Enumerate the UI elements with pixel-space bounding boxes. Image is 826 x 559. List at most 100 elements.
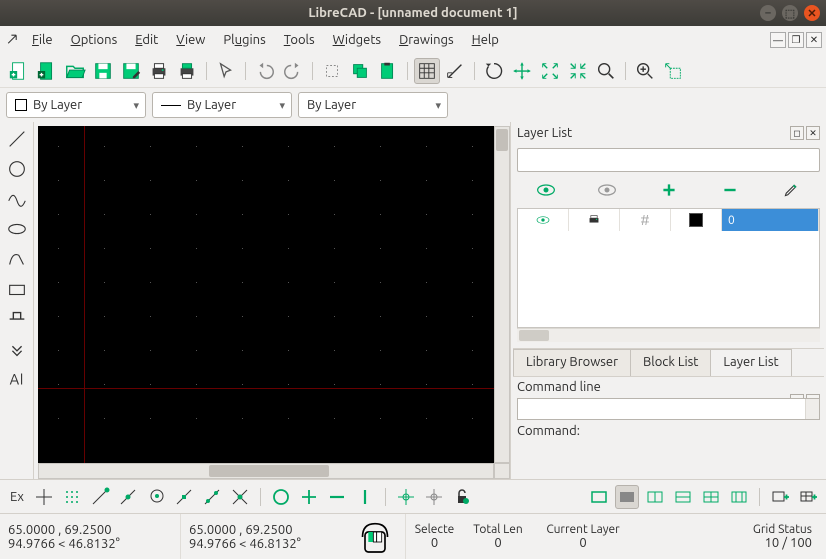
lock-relative-zero-button[interactable] [422, 485, 446, 509]
layer-hscroll[interactable] [517, 328, 820, 342]
restrict-orthogonal-button[interactable] [297, 485, 321, 509]
view1-button[interactable] [587, 485, 611, 509]
edit-layer-button[interactable] [778, 180, 804, 200]
undo-button[interactable] [252, 58, 278, 84]
menu-widgets[interactable]: Widgets [325, 29, 389, 51]
rel-polar: 94.9766 < 46.8132° [189, 537, 337, 551]
snap-intersection-button[interactable] [228, 485, 252, 509]
view4-button[interactable] [671, 485, 695, 509]
zoom-in-button[interactable] [632, 58, 658, 84]
snap-distance-button[interactable] [200, 485, 224, 509]
ex-label[interactable]: Ex [6, 490, 28, 504]
copy-button[interactable] [347, 58, 373, 84]
layer-name-cell[interactable]: 0 [722, 209, 819, 231]
paste-button[interactable] [375, 58, 401, 84]
add-view-grid-button[interactable] [796, 485, 820, 509]
linewidth-combo[interactable]: By Layer [152, 92, 292, 118]
horizontal-scrollbar[interactable] [38, 463, 494, 479]
restrict-nothing-button[interactable] [269, 485, 293, 509]
view6-button[interactable] [727, 485, 751, 509]
menu-edit[interactable]: Edit [127, 29, 166, 51]
command-history[interactable] [517, 398, 820, 420]
new-file-button[interactable] [6, 58, 32, 84]
layer-lock-cell[interactable]: # [620, 209, 671, 231]
toolbar-separator [308, 59, 317, 83]
menu-view[interactable]: View [168, 29, 213, 51]
tab-library[interactable]: Library Browser [513, 349, 631, 376]
snap-endpoint-button[interactable] [88, 485, 112, 509]
mdi-close[interactable]: ✕ [806, 32, 822, 48]
add-view-button[interactable] [768, 485, 792, 509]
panel-float-button[interactable]: ◻ [790, 126, 804, 140]
add-layer-button[interactable] [656, 180, 682, 200]
zoom-redraw-button[interactable] [481, 58, 507, 84]
tab-blocks[interactable]: Block List [630, 349, 711, 376]
snap-on-entity-button[interactable] [116, 485, 140, 509]
view3-button[interactable] [643, 485, 667, 509]
curve-tool[interactable] [4, 186, 30, 212]
zoom-select-button[interactable] [660, 58, 686, 84]
menu-drawings[interactable]: Drawings [391, 29, 462, 51]
menu-help[interactable]: Help [464, 29, 507, 51]
layer-row[interactable]: # 0 [518, 209, 819, 231]
restrict-vertical-button[interactable] [353, 485, 377, 509]
menu-file[interactable]: FFileile [24, 29, 61, 51]
tab-layers[interactable]: Layer List [710, 349, 791, 376]
cut-button[interactable] [319, 58, 345, 84]
new-from-template-button[interactable] [34, 58, 60, 84]
line-tool[interactable] [4, 126, 30, 152]
menu-plugins[interactable]: Plugins [215, 29, 273, 51]
minimize-button[interactable]: – [760, 5, 776, 21]
grid-toggle-button[interactable] [414, 58, 440, 84]
cursor-button[interactable] [213, 58, 239, 84]
save-button[interactable] [90, 58, 116, 84]
layer-filter-input[interactable] [517, 148, 820, 172]
app-menu-icon[interactable] [4, 27, 22, 53]
hide-all-layers-button[interactable] [594, 180, 620, 200]
mdi-restore[interactable]: ❐ [788, 32, 804, 48]
layer-color-cell[interactable] [671, 209, 722, 231]
layer-visible-cell[interactable] [518, 209, 569, 231]
zoom-auto-button[interactable] [537, 58, 563, 84]
chevron-down-icon[interactable] [4, 336, 30, 362]
relative-zero-button[interactable] [394, 485, 418, 509]
print-button[interactable] [146, 58, 172, 84]
linetype-combo[interactable]: By Layer [298, 92, 448, 118]
drawing-canvas[interactable] [38, 126, 494, 463]
rectangle-tool[interactable] [4, 276, 30, 302]
circle-tool[interactable] [4, 156, 30, 182]
show-all-layers-button[interactable] [533, 180, 559, 200]
unlock-relative-zero-button[interactable] [450, 485, 474, 509]
remove-layer-button[interactable] [717, 180, 743, 200]
save-as-button[interactable] [118, 58, 144, 84]
polyline-tool[interactable] [4, 246, 30, 272]
draft-mode-button[interactable] [442, 58, 468, 84]
view5-button[interactable] [699, 485, 723, 509]
snap-middle-button[interactable] [172, 485, 196, 509]
snap-grid-button[interactable] [60, 485, 84, 509]
snap-free-button[interactable] [32, 485, 56, 509]
panel-close-button[interactable]: ✕ [806, 126, 820, 140]
vertical-scrollbar[interactable] [494, 126, 510, 463]
maximize-button[interactable]: ⬚ [782, 5, 798, 21]
print-preview-button[interactable] [174, 58, 200, 84]
open-button[interactable] [62, 58, 88, 84]
close-button[interactable]: ✕ [804, 5, 820, 21]
snap-center-button[interactable] [144, 485, 168, 509]
menu-options[interactable]: Options [63, 29, 126, 51]
layer-print-cell[interactable] [569, 209, 620, 231]
layer-table[interactable]: # 0 [517, 208, 820, 328]
zoom-pan-button[interactable] [509, 58, 535, 84]
restrict-horizontal-button[interactable] [325, 485, 349, 509]
redo-button[interactable] [280, 58, 306, 84]
text-tool[interactable]: A [4, 366, 30, 392]
mdi-minimize[interactable]: — [770, 32, 786, 48]
ellipse-tool[interactable] [4, 216, 30, 242]
color-combo[interactable]: By Layer [6, 92, 146, 118]
mtext-tool[interactable] [4, 306, 30, 332]
zoom-window-button[interactable] [593, 58, 619, 84]
zoom-previous-button[interactable] [565, 58, 591, 84]
menu-tools[interactable]: Tools [276, 29, 323, 51]
cmd-vscroll[interactable] [805, 399, 819, 419]
view2-button[interactable] [615, 485, 639, 509]
